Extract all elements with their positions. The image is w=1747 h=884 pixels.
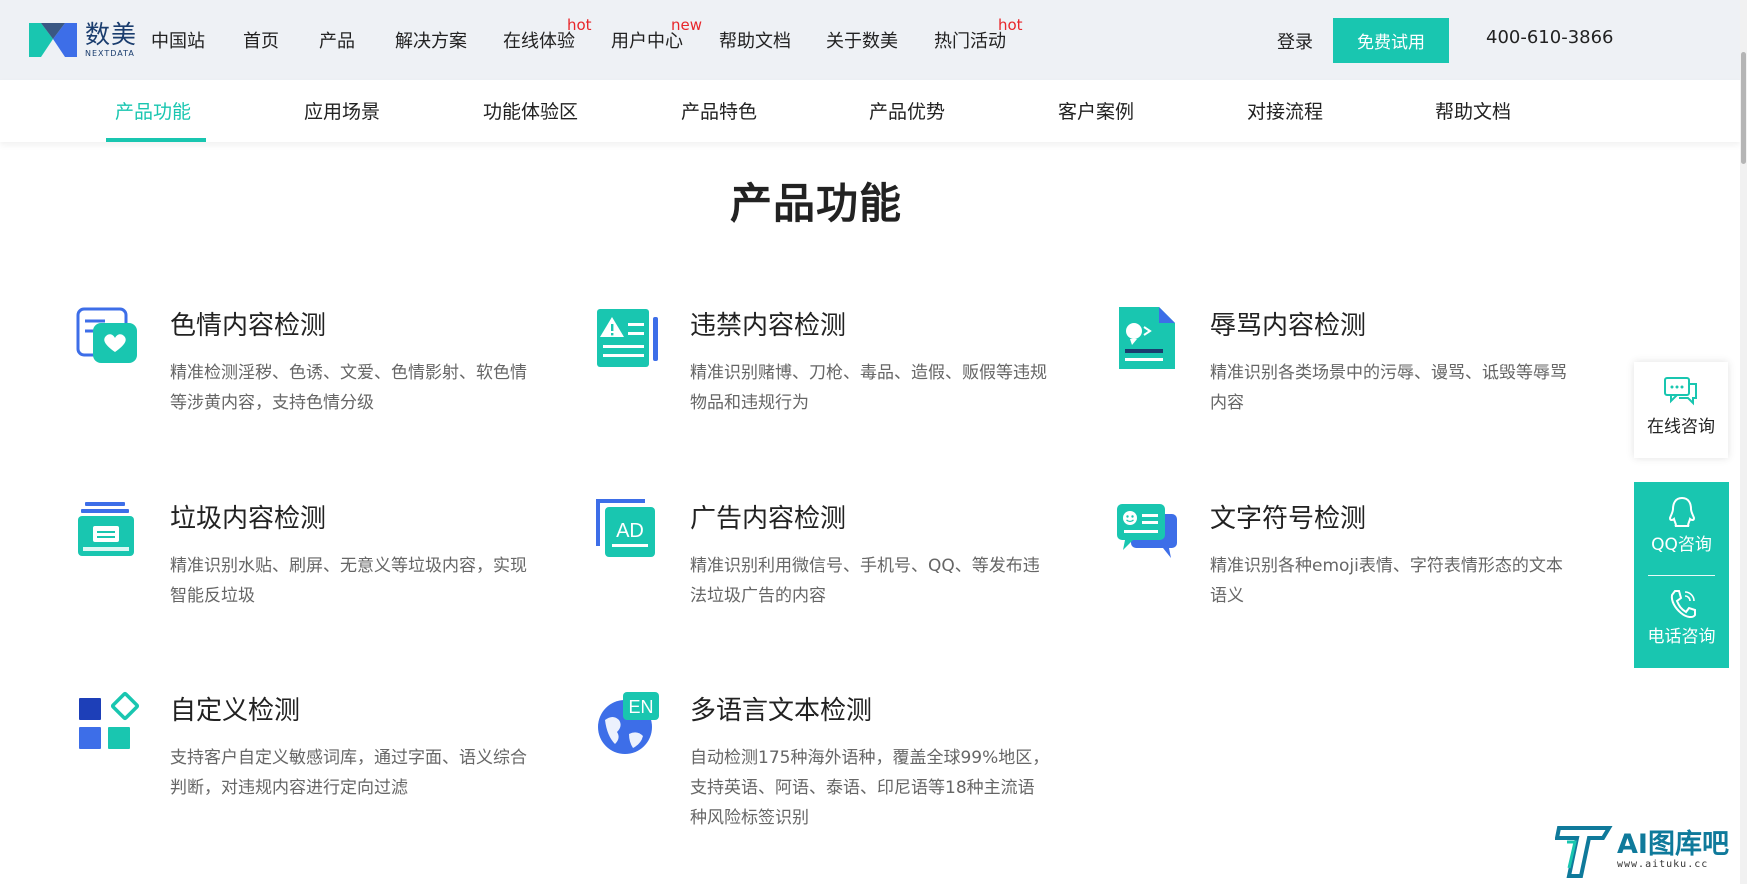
inbox-tray-icon	[78, 502, 134, 556]
heart-chat-icon	[76, 307, 137, 363]
chat-bubbles-icon	[1664, 377, 1697, 406]
tab-customer-cases[interactable]: 客户案例	[1058, 97, 1134, 124]
scrollbar-thumb[interactable]	[1741, 52, 1746, 164]
abuse-document-icon	[1119, 307, 1175, 369]
feature-title: 广告内容检测	[690, 504, 847, 534]
svg-text:EN: EN	[628, 697, 653, 717]
nav-item-about[interactable]: 关于数美	[826, 27, 898, 53]
svg-text:AD: AD	[616, 520, 644, 542]
globe-en-icon: EN	[598, 692, 659, 754]
nav-item-products[interactable]: 产品	[319, 27, 355, 53]
nav-item-china-site[interactable]: 中国站	[151, 27, 205, 53]
phone-icon	[1670, 590, 1696, 619]
contact-panel: QQ咨询 电话咨询	[1634, 482, 1729, 668]
tab-integration-process[interactable]: 对接流程	[1247, 97, 1323, 124]
feature-description: 支持客户自定义敏感词库，通过字面、语义综合判断，对违规内容进行定向过滤	[170, 748, 527, 798]
product-subnav: 产品功能 应用场景 功能体验区 产品特色 产品优势 客户案例 对接流程 帮助文档	[0, 80, 1740, 142]
feature-description: 精准识别赌博、刀枪、毒品、造假、贩假等违规物品和违规行为	[690, 363, 1047, 413]
feature-description: 精准识别各类场景中的污辱、谩骂、诋毁等辱骂内容	[1210, 363, 1567, 413]
nav-item-online-trial[interactable]: 在线体验 hot	[503, 16, 592, 53]
nav-item-user-center[interactable]: 用户中心 new	[611, 16, 702, 53]
warning-document-icon	[597, 309, 658, 367]
top-header: 数美 NEXTDATA 中国站 首页 产品 解决方案 在线体验 hot 用户中心 n…	[0, 0, 1747, 80]
feature-description: 精准识别水贴、刷屏、无意义等垃圾内容，实现智能反垃圾	[170, 556, 527, 606]
feature-description: 自动检测175种海外语种，覆盖全球99%地区，支持英语、阿语、泰语、印尼语等18…	[690, 748, 1050, 828]
hot-badge: hot	[998, 16, 1023, 34]
divider	[1648, 575, 1715, 576]
feature-description: 精准识别各种emoji表情、字符表情形态的文本语义	[1210, 556, 1563, 606]
nav-item-help-docs[interactable]: 帮助文档	[719, 27, 791, 53]
feature-title: 文字符号检测	[1210, 504, 1367, 534]
tab-product-features[interactable]: 产品功能	[115, 97, 191, 124]
feature-title: 色情内容检测	[170, 311, 327, 341]
qq-consult-label: QQ咨询	[1651, 535, 1712, 555]
phone-consult-label: 电话咨询	[1647, 627, 1716, 647]
tab-help-docs[interactable]: 帮助文档	[1435, 97, 1511, 124]
feature-title: 自定义检测	[170, 696, 301, 726]
main-nav: 中国站 首页 产品 解决方案 在线体验 hot 用户中心 new 帮助文档 关于数美…	[0, 0, 1747, 80]
hotline-number: 400-610-3866	[1486, 27, 1614, 48]
watermark: AI图库吧 www.aituku.cc	[1554, 822, 1740, 880]
feature-description: 精准检测淫秽、色诱、文爱、色情影射、软色情等涉黄内容，支持色情分级	[170, 363, 527, 413]
tab-product-highlights[interactable]: 产品特色	[681, 97, 757, 124]
nav-item-solutions[interactable]: 解决方案	[395, 27, 467, 53]
feature-title: 多语言文本检测	[690, 696, 873, 726]
ad-icon: AD	[596, 499, 655, 557]
tab-product-advantages[interactable]: 产品优势	[869, 97, 945, 124]
qq-penguin-icon	[1668, 496, 1695, 527]
free-trial-button[interactable]: 免费试用	[1333, 18, 1449, 63]
new-badge: new	[671, 16, 703, 34]
watermark-logo-icon	[1554, 826, 1613, 878]
feature-title: 违禁内容检测	[690, 311, 847, 341]
online-consult-label: 在线咨询	[1647, 417, 1715, 437]
section-title: 产品功能	[729, 179, 902, 228]
custom-blocks-icon	[79, 691, 140, 749]
tab-experience-zone[interactable]: 功能体验区	[483, 97, 578, 124]
nav-item-hot-events[interactable]: 热门活动 hot	[934, 16, 1023, 53]
emoji-chat-icon	[1117, 504, 1177, 558]
watermark-text: AI图库吧	[1617, 829, 1729, 860]
online-consult-button[interactable]: 在线咨询	[1634, 362, 1728, 458]
feature-description: 精准识别利用微信号、手机号、QQ、等发布违法垃圾广告的内容	[690, 556, 1040, 606]
qq-consult-button[interactable]: QQ咨询	[1634, 496, 1729, 555]
tab-application-scenarios[interactable]: 应用场景	[304, 97, 380, 124]
phone-consult-button[interactable]: 电话咨询	[1634, 588, 1729, 647]
nav-item-home[interactable]: 首页	[243, 27, 279, 53]
watermark-url: www.aituku.cc	[1617, 859, 1709, 870]
feature-title: 辱骂内容检测	[1210, 311, 1367, 341]
feature-title: 垃圾内容检测	[170, 504, 327, 534]
hot-badge: hot	[567, 16, 592, 34]
login-link[interactable]: 登录	[1277, 28, 1313, 54]
active-tab-indicator	[106, 138, 206, 142]
